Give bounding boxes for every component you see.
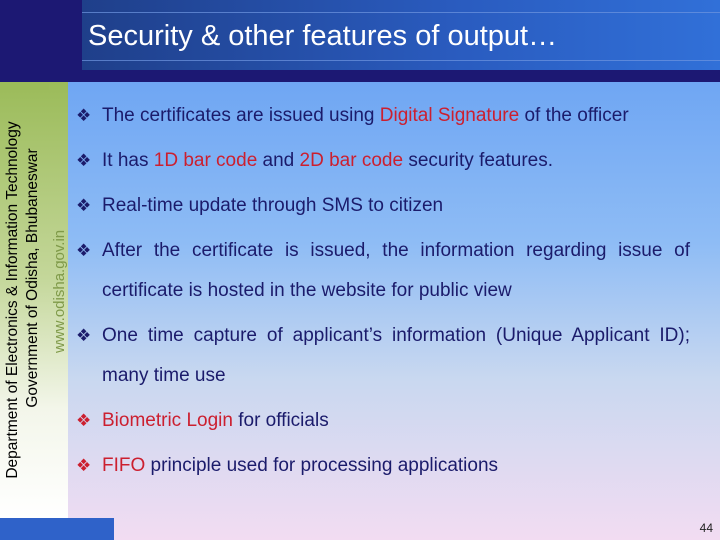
- diamond-bullet-icon: ❖: [76, 106, 92, 125]
- bullet-text: for officials: [232, 410, 329, 431]
- sidebar-url[interactable]: www.odisha.gov.in: [51, 203, 68, 353]
- bullet-text: of the officer: [519, 105, 629, 126]
- bullet-item: ❖ It has 1D bar code and 2D bar code secu…: [76, 141, 690, 181]
- bullet-item: ❖ The certificates are issued using Digit…: [76, 96, 690, 136]
- diamond-bullet-icon: ❖: [76, 151, 92, 170]
- highlighted-text: 1D bar code: [153, 150, 258, 171]
- slide-title: Security & other features of output…: [88, 20, 558, 52]
- bullet-item: ❖ FIFO principle used for processing appl…: [76, 446, 690, 486]
- bullet-text: After the certificate is issued, the inf…: [102, 240, 690, 301]
- bullet-item: ❖ Biometric Login for officials: [76, 401, 690, 441]
- bullet-item: ❖ After the certificate is issued, the in…: [76, 231, 690, 311]
- bullet-text: security features.: [403, 150, 553, 171]
- bullet-text: One time capture of applicant’s informat…: [102, 325, 690, 386]
- sidebar-government: Government of Odisha, Bhubaneswar: [24, 148, 41, 408]
- bullet-text: It has: [102, 150, 154, 171]
- diamond-bullet-icon: ❖: [76, 196, 92, 215]
- sidebar-department: Department of Electronics & Information …: [4, 121, 21, 479]
- highlighted-text: FIFO: [102, 455, 146, 476]
- bullet-item: ❖ Real-time update through SMS to citizen: [76, 186, 690, 226]
- highlighted-text: Biometric Login: [102, 410, 233, 431]
- page-number: 44: [699, 521, 713, 535]
- diamond-bullet-icon: ❖: [76, 411, 92, 430]
- highlighted-text: 2D bar code: [299, 150, 404, 171]
- diamond-bullet-icon: ❖: [76, 241, 92, 260]
- title-rule-bottom: [82, 60, 720, 61]
- highlighted-text: Digital Signature: [379, 105, 520, 126]
- bullet-item: ❖ One time capture of applicant’s informa…: [76, 316, 690, 396]
- diamond-bullet-icon: ❖: [76, 326, 92, 345]
- bullet-list: ❖ The certificates are issued using Digit…: [76, 96, 690, 486]
- bullet-text: The certificates are issued using: [102, 105, 380, 126]
- bullet-text: principle used for processing applicatio…: [145, 455, 499, 476]
- bullet-text: Real-time update through SMS to citizen: [102, 195, 444, 216]
- title-rule-top: [82, 12, 720, 13]
- diamond-bullet-icon: ❖: [76, 456, 92, 475]
- bullet-text: and: [257, 150, 300, 171]
- bottom-accent-bar: [0, 518, 114, 540]
